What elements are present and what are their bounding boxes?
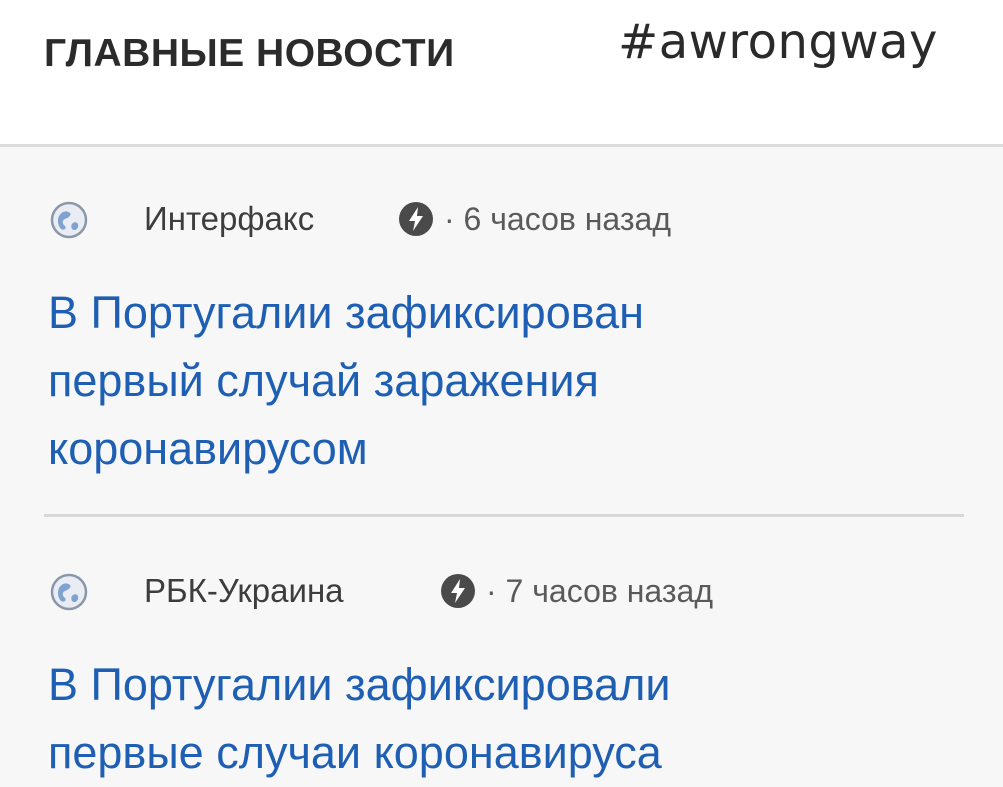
headline-line: коронавирусом xyxy=(48,423,368,474)
globe-icon xyxy=(50,201,88,239)
section-title: ГЛАВНЫЕ НОВОСТИ xyxy=(44,32,455,75)
source-name[interactable]: Интерфакс xyxy=(144,200,314,238)
bolt-icon xyxy=(399,202,433,236)
news-item[interactable]: РБК-Украина · 7 часов назад В Португалии… xyxy=(0,567,1003,778)
news-divider xyxy=(44,514,964,517)
news-meta: Интерфакс · 6 часов назад xyxy=(0,195,1003,245)
news-headline-link[interactable]: В Португалии зафиксировали первые случаи… xyxy=(48,651,908,787)
headline-line: первые случаи коронавируса xyxy=(48,727,662,778)
news-item[interactable]: Интерфакс · 6 часов назад В Португалии з… xyxy=(0,195,1003,474)
bolt-icon xyxy=(441,574,475,608)
globe-icon xyxy=(50,573,88,611)
news-time: · 7 часов назад xyxy=(486,573,713,609)
headline-line: первый случай заражения xyxy=(48,355,599,406)
source-name[interactable]: РБК-Украина xyxy=(144,572,344,610)
news-time: · 6 часов назад xyxy=(444,201,671,237)
news-header: ГЛАВНЫЕ НОВОСТИ #awrongway xyxy=(0,0,1003,147)
news-meta: РБК-Украина · 7 часов назад xyxy=(0,567,1003,617)
headline-line: В Португалии зафиксировали xyxy=(48,659,671,710)
hashtag-watermark: #awrongway xyxy=(618,14,938,70)
news-headline-link[interactable]: В Португалии зафиксирован первый случай … xyxy=(48,279,908,483)
headline-line: В Португалии зафиксирован xyxy=(48,287,645,338)
news-feed: Интерфакс · 6 часов назад В Португалии з… xyxy=(0,147,1003,787)
